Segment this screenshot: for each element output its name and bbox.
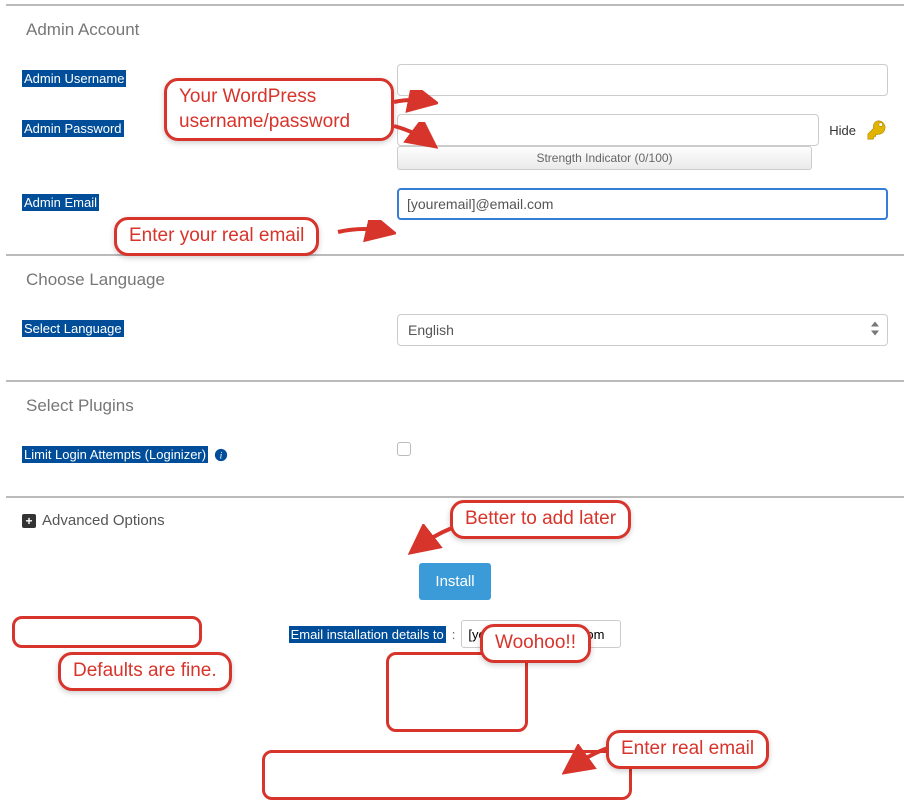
section-title-plugins: Select Plugins	[26, 396, 904, 416]
advanced-options-label: Advanced Options	[42, 512, 165, 529]
admin-username-input[interactable]	[397, 64, 888, 96]
admin-email-label: Admin Email	[22, 194, 99, 211]
limit-login-label: Limit Login Attempts (Loginizer)	[22, 446, 208, 463]
limit-login-checkbox[interactable]	[397, 442, 411, 456]
section-title-admin: Admin Account	[26, 20, 904, 40]
admin-username-label: Admin Username	[22, 70, 126, 87]
email-details-label: Email installation details to	[289, 626, 446, 643]
plus-icon: +	[22, 514, 36, 528]
key-icon	[866, 119, 888, 141]
info-icon[interactable]: i	[214, 448, 228, 462]
admin-email-input[interactable]	[397, 188, 888, 220]
password-strength-indicator: Strength Indicator (0/100)	[397, 146, 812, 170]
annotation-enter-real-email-2: Enter real email	[606, 730, 769, 769]
section-title-language: Choose Language	[26, 270, 904, 290]
select-language-label: Select Language	[22, 320, 124, 337]
email-details-input[interactable]	[461, 620, 621, 648]
select-language-dropdown[interactable]: English	[397, 314, 888, 346]
hide-password-link[interactable]: Hide	[829, 123, 856, 138]
advanced-options-toggle[interactable]: + Advanced Options	[22, 512, 165, 529]
annotation-defaults: Defaults are fine.	[58, 652, 232, 691]
svg-text:i: i	[220, 451, 223, 462]
admin-password-label: Admin Password	[22, 120, 124, 137]
install-button[interactable]: Install	[419, 563, 490, 600]
